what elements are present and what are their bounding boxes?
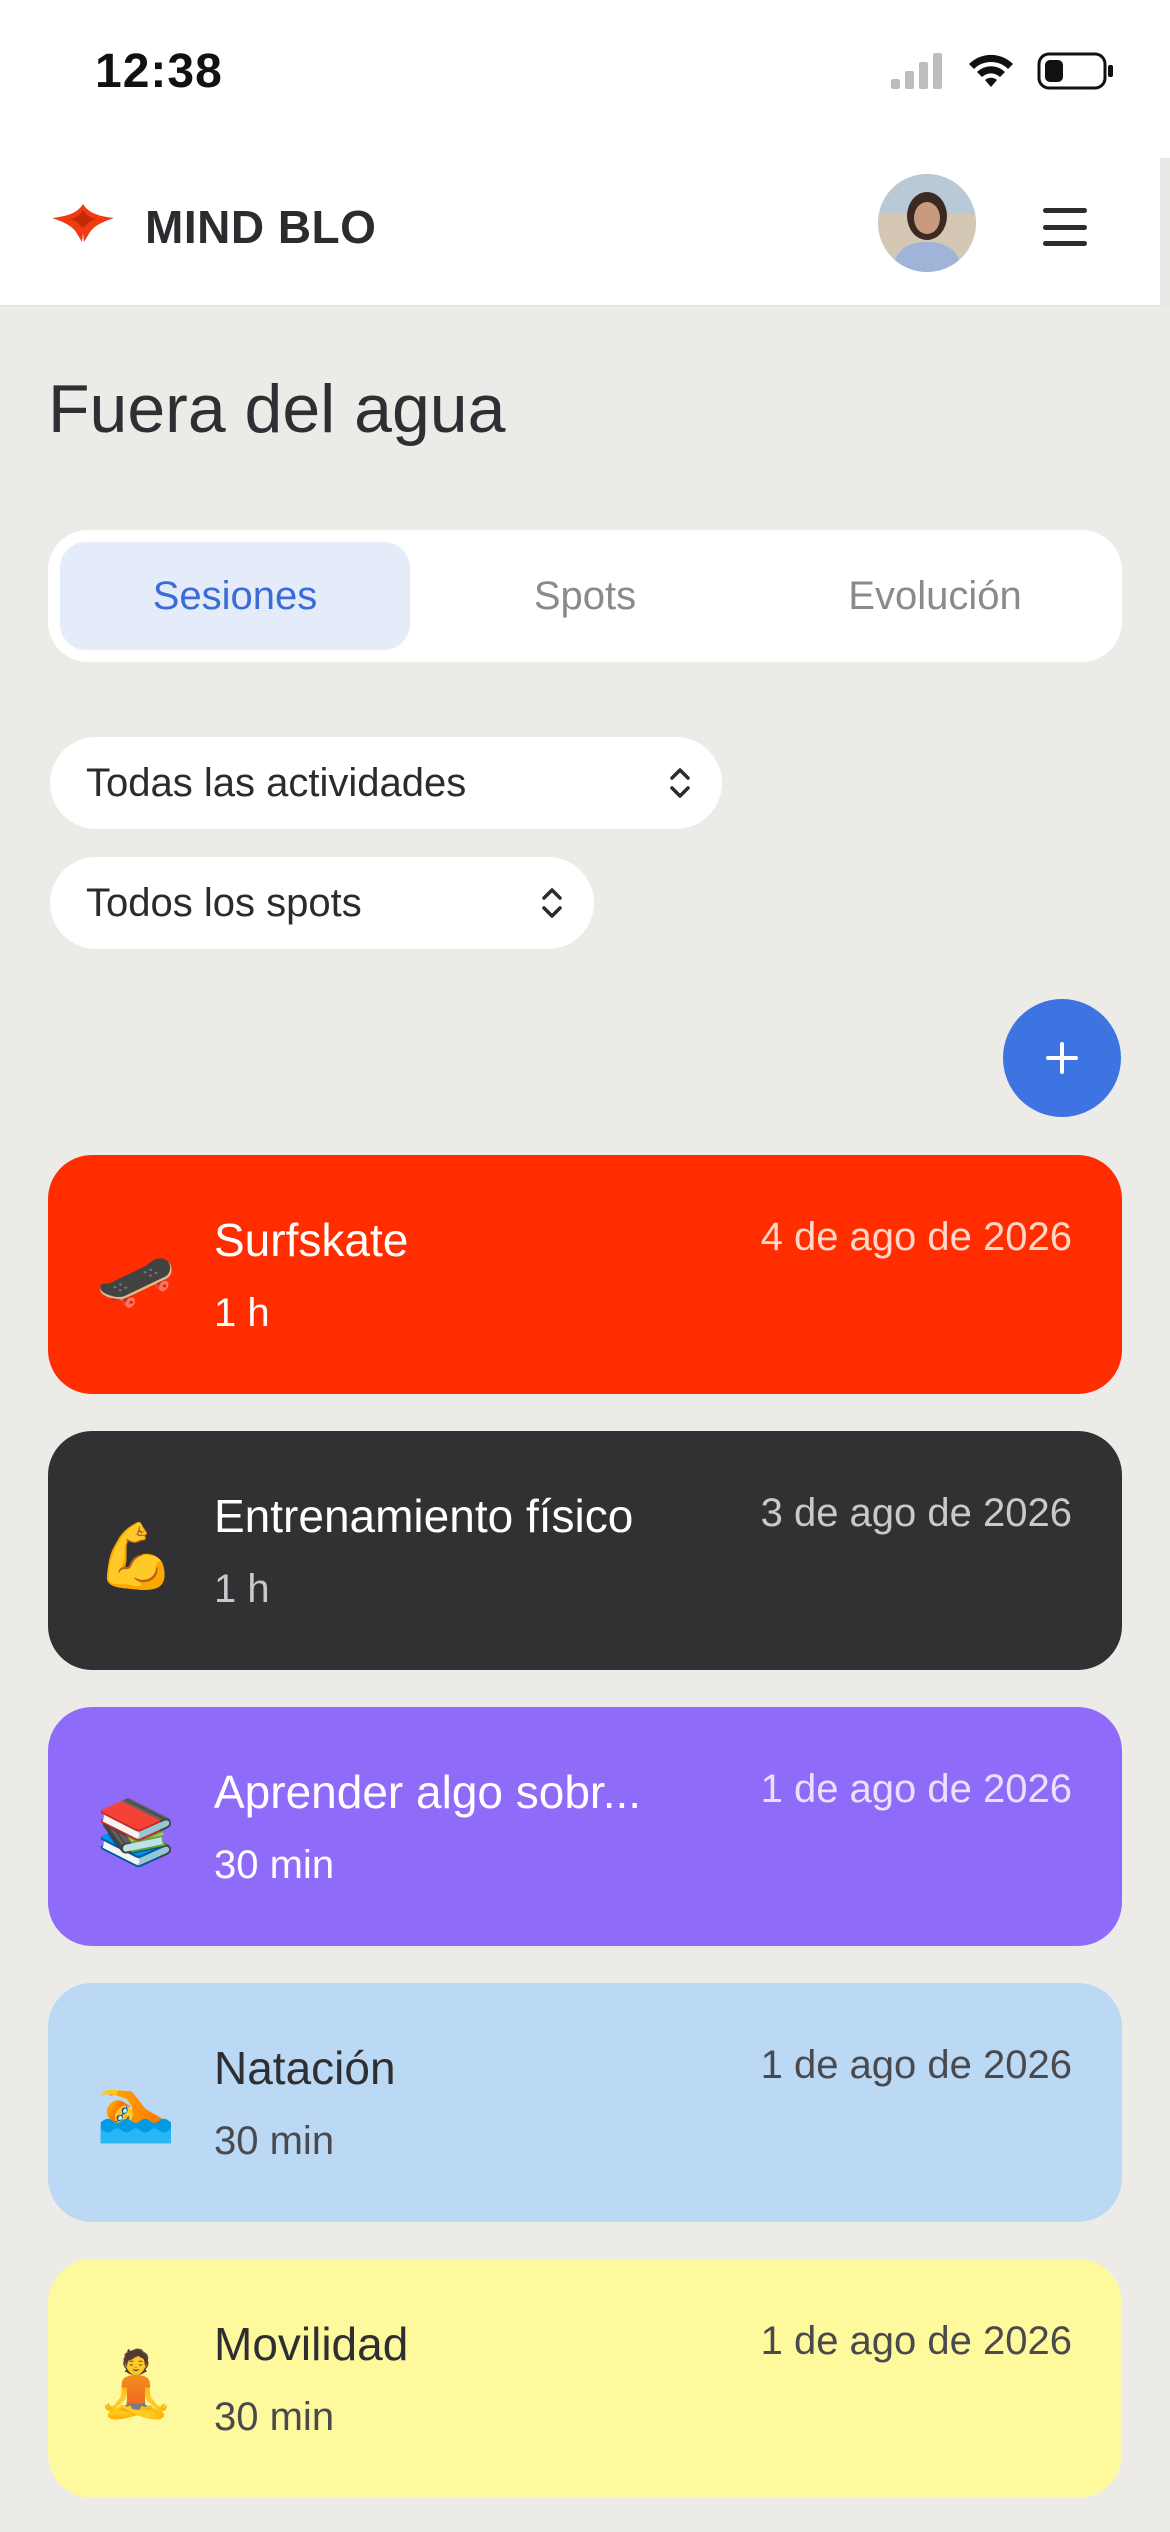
session-duration: 30 min [214,1843,335,1887]
session-card[interactable]: 🏊 Natación 1 de ago de 2026 30 min [48,1983,1122,2222]
tab-sesiones[interactable]: Sesiones [60,542,410,650]
session-duration: 30 min [214,2395,335,2439]
spot-filter-select[interactable]: Todos los spots [50,857,594,949]
plus-icon [1046,1042,1078,1074]
app-header: MIND BLO [0,150,1170,306]
session-name: Aprender algo sobr... [214,1766,642,1818]
session-duration: 1 h [214,1567,270,1611]
flexed-biceps-icon: 💪 [96,1520,176,1592]
session-card[interactable]: 🛹 Surfskate 4 de ago de 2026 1 h [48,1155,1122,1394]
books-icon: 📚 [96,1796,176,1868]
session-date: 3 de ago de 2026 [760,1491,1072,1535]
activity-filter-select[interactable]: Todas las actividades [50,737,722,829]
scrollbar [1160,158,1170,306]
session-date: 1 de ago de 2026 [760,1767,1072,1811]
session-name: Surfskate [214,1214,409,1266]
segmented-tabs: Sesiones Spots Evolución [48,530,1122,662]
chevron-up-down-icon [670,768,690,798]
tab-spots[interactable]: Spots [410,542,760,650]
session-duration: 30 min [214,2119,335,2163]
session-duration: 1 h [214,1291,270,1335]
session-name: Entrenamiento físico [214,1490,634,1542]
wifi-icon [969,54,1013,87]
manta-ray-logo-icon[interactable] [50,200,116,244]
session-name: Natación [214,2042,396,2094]
spot-filter-value: Todos los spots [86,880,362,925]
session-date: 4 de ago de 2026 [760,1215,1072,1259]
signal-icon [891,53,942,89]
session-card[interactable]: 🧘 Movilidad 1 de ago de 2026 30 min [48,2259,1122,2498]
swimmer-icon: 🏊 [96,2072,176,2144]
user-avatar[interactable] [878,174,976,272]
yoga-icon: 🧘 [96,2348,176,2420]
battery-icon [1037,52,1113,90]
session-date: 1 de ago de 2026 [760,2043,1072,2087]
page-title: Fuera del agua [48,371,506,447]
session-card[interactable]: 📚 Aprender algo sobr... 1 de ago de 2026… [48,1707,1122,1946]
skateboard-icon: 🛹 [96,1244,176,1316]
session-card[interactable]: 💪 Entrenamiento físico 3 de ago de 2026 … [48,1431,1122,1670]
session-name: Movilidad [214,2318,409,2370]
chevron-up-down-icon [542,888,562,918]
status-time: 12:38 [95,45,223,98]
status-bar: 12:38 [0,0,1170,150]
status-icons [891,52,1115,90]
tab-evolucion[interactable]: Evolución [760,542,1110,650]
hamburger-menu-icon[interactable] [1043,208,1087,246]
add-session-button[interactable] [1003,999,1121,1117]
brand-name: MIND BLO [145,201,377,253]
activity-filter-value: Todas las actividades [86,760,467,805]
session-date: 1 de ago de 2026 [760,2319,1072,2363]
